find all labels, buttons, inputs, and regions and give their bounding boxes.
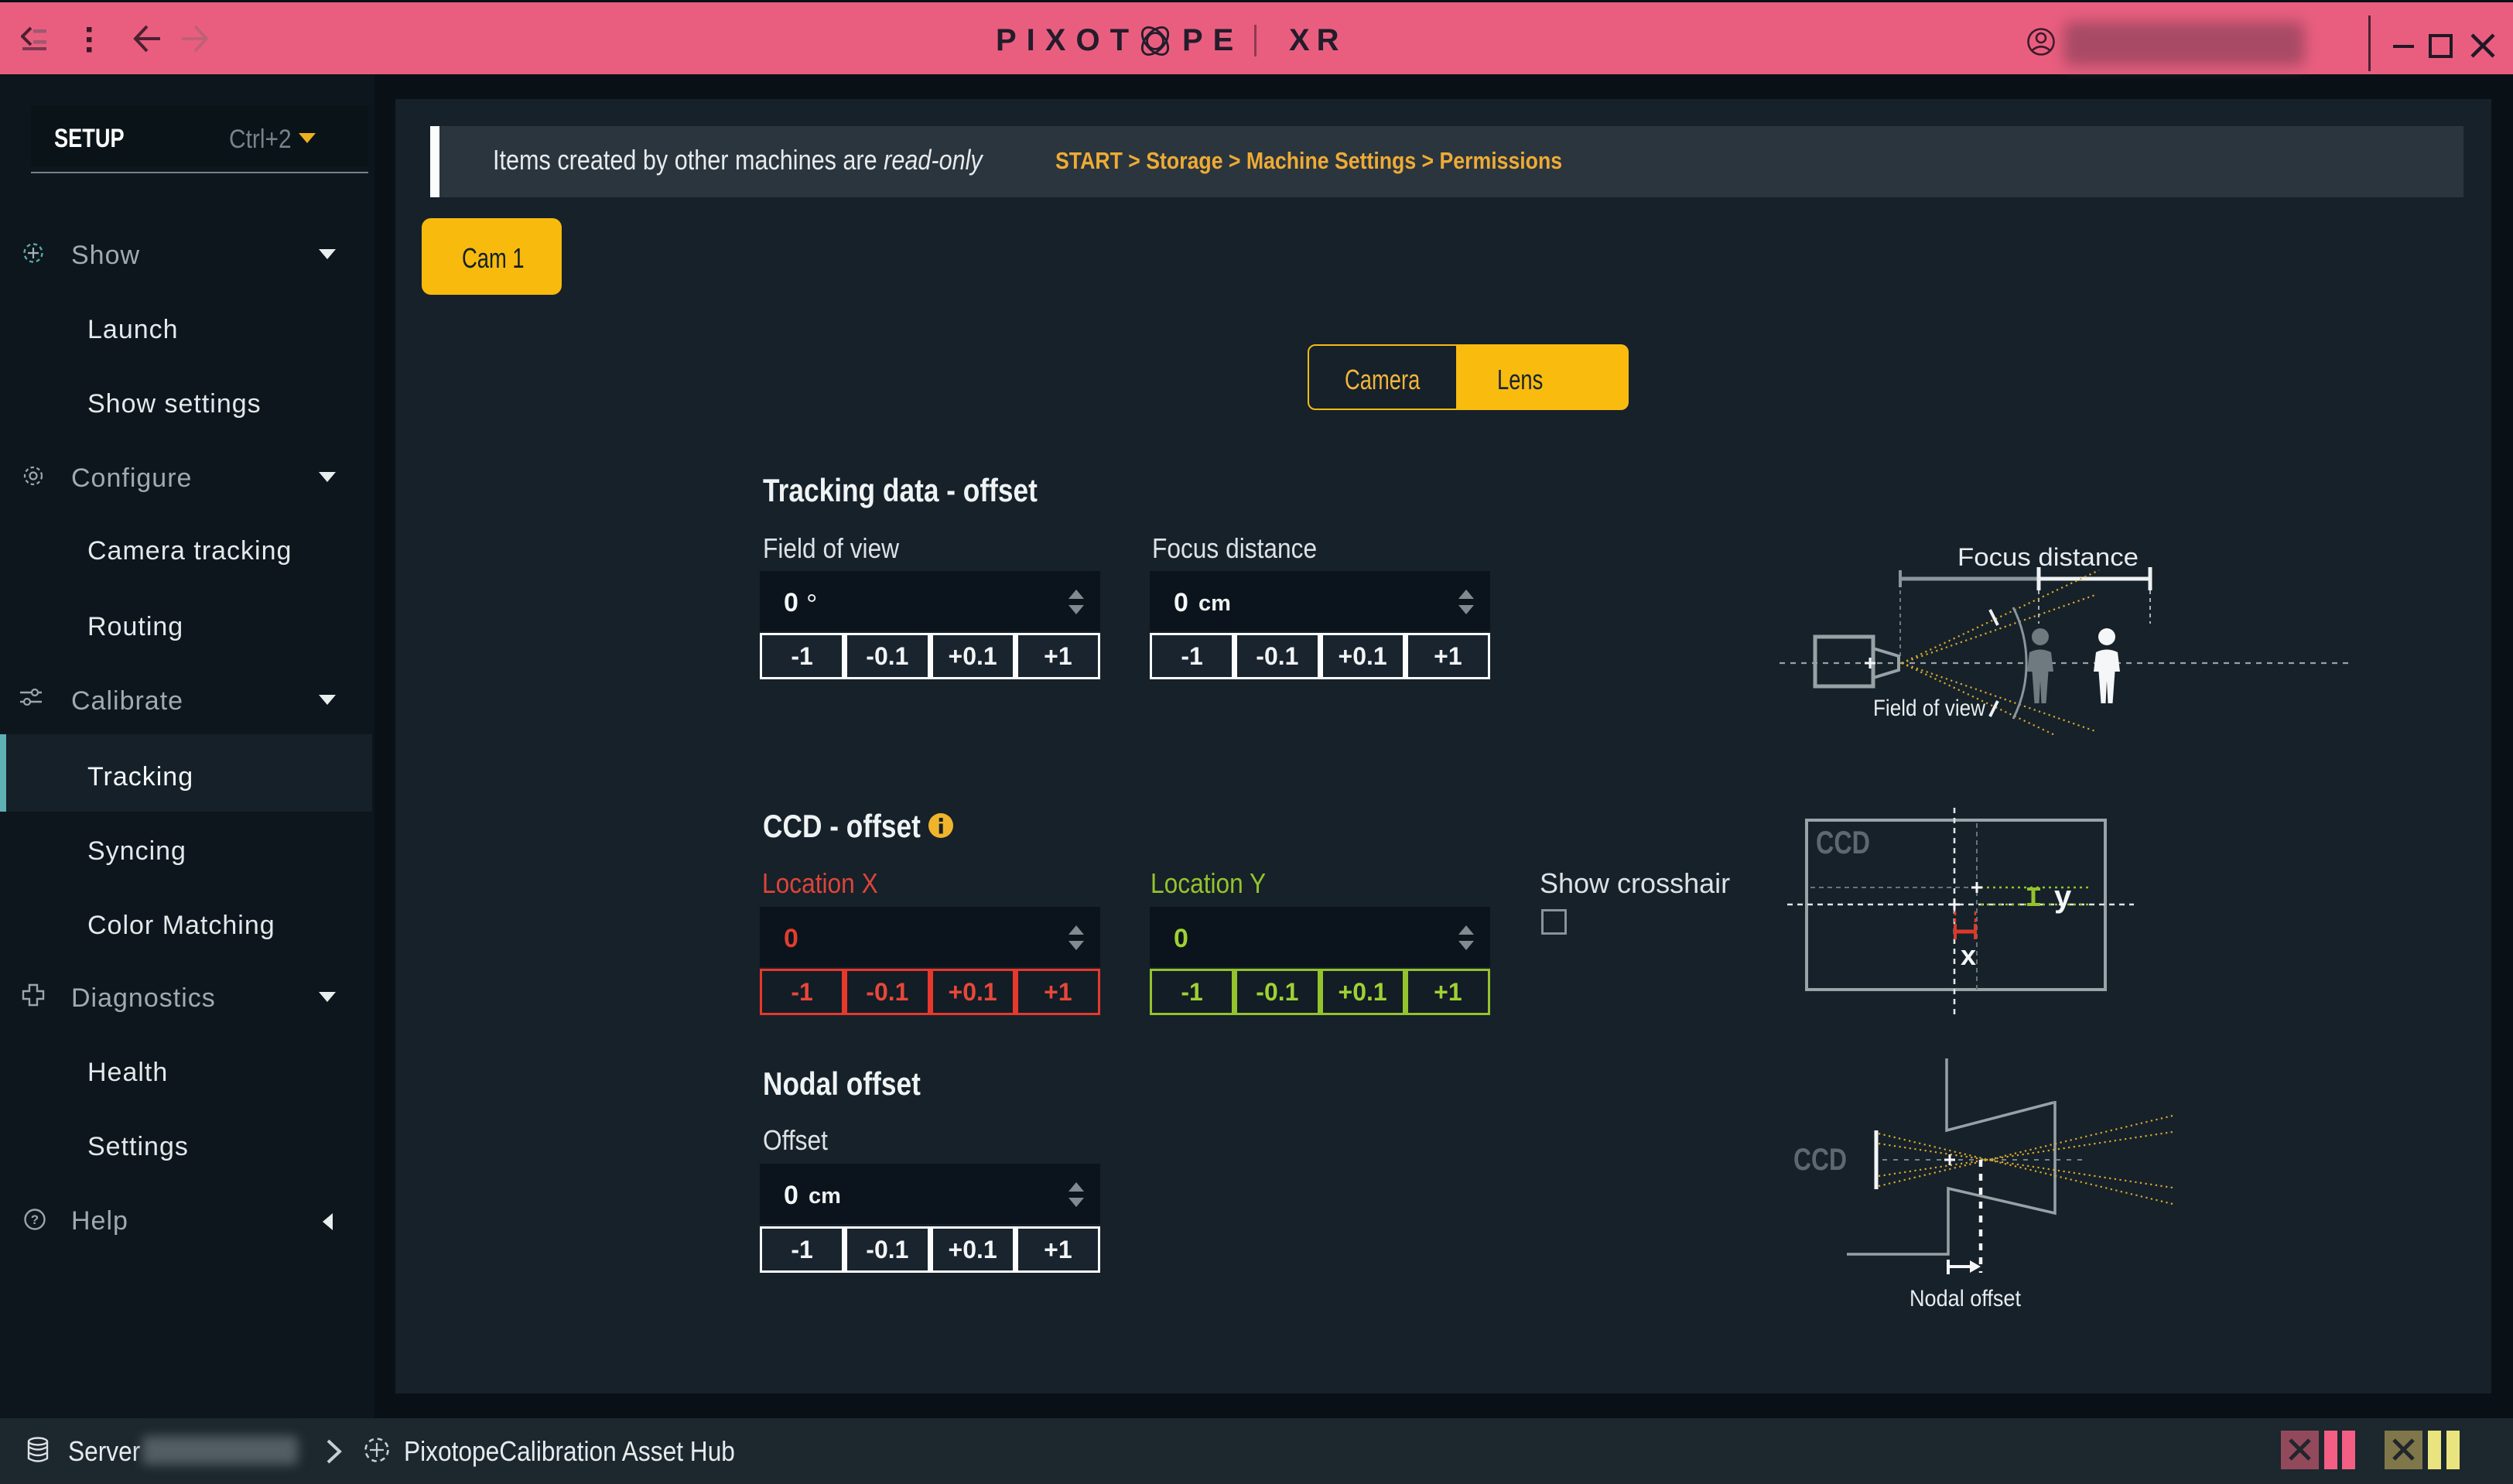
svg-text:CCD: CCD <box>1793 1143 1847 1177</box>
svg-text:Focus distance: Focus distance <box>1957 543 2139 571</box>
svg-text:CCD: CCD <box>1816 824 1870 860</box>
svg-text:x: x <box>1961 939 1976 971</box>
svg-text:y: y <box>2054 880 2072 914</box>
svg-text:Nodal offset: Nodal offset <box>1910 1286 2022 1311</box>
svg-text:Field of view: Field of view <box>1873 696 1985 721</box>
svg-text:?: ? <box>31 1212 39 1227</box>
